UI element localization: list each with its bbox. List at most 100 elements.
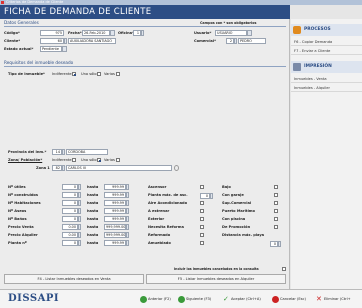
range-from-input[interactable]: 0 — [62, 184, 78, 190]
tipo-uno-checkbox[interactable] — [97, 72, 101, 76]
tipo-varios-checkbox[interactable] — [116, 72, 120, 76]
cliente-name-input[interactable]: AUXILIADORA SANTIAGO — [68, 38, 116, 44]
feature-checkbox[interactable] — [274, 185, 278, 189]
usuario-dropdown-icon[interactable] — [247, 30, 252, 36]
range-label: Nº Aseos — [8, 209, 27, 213]
feature-checkbox[interactable] — [274, 201, 278, 205]
feature-checkbox[interactable] — [200, 233, 204, 237]
range-from-input[interactable]: 0 — [62, 192, 78, 198]
range-to-input[interactable]: 999.99 — [104, 200, 126, 206]
range-to-input[interactable]: 999.99 — [104, 192, 126, 198]
range-from-spin-icon[interactable] — [78, 192, 81, 198]
feature-checkbox[interactable] — [274, 217, 278, 221]
codigo-input[interactable]: 975 — [40, 30, 64, 36]
calendar-dropdown-icon[interactable] — [110, 30, 115, 36]
feature-label: Distancia máx. playa — [222, 233, 265, 237]
estado-select[interactable]: Pendiente — [40, 46, 62, 52]
distancia-spin-icon[interactable] — [278, 241, 281, 247]
anterior-label: Anterior (F2) — [148, 297, 171, 301]
provincia-spin-icon[interactable] — [62, 149, 65, 155]
provincia-name-input[interactable]: CORDOBA — [66, 149, 108, 155]
range-to-spin-icon[interactable] — [126, 240, 129, 246]
provincia-code-input[interactable]: 14 — [52, 149, 62, 155]
enviar-cliente-item[interactable]: F7 - Enviar a Cliente — [291, 47, 362, 55]
feature-checkbox[interactable] — [200, 209, 204, 213]
range-to-input[interactable]: 999.99 — [104, 208, 126, 214]
range-from-input[interactable]: 0.00 — [62, 224, 78, 230]
feature-checkbox[interactable] — [200, 241, 204, 245]
tipo-indiferente-checkbox[interactable] — [72, 72, 76, 76]
cancelar-button[interactable]: Cancelar (Esc) — [272, 295, 306, 304]
range-label: Planta nº — [8, 241, 27, 245]
comercial-spin-icon[interactable] — [234, 38, 237, 44]
zona1-name-input[interactable]: CARLOS III — [66, 165, 172, 171]
f4-listar-venta-button[interactable]: F4 - Listar Inmuebles deseados en Venta — [4, 274, 144, 284]
range-to-spin-icon[interactable] — [126, 216, 129, 222]
range-from-spin-icon[interactable] — [78, 232, 81, 238]
range-from-input[interactable]: 0.00 — [62, 232, 78, 238]
range-from-input[interactable]: 0 — [62, 200, 78, 206]
zona-poblacion-label[interactable]: Zona/ Población* — [8, 158, 42, 162]
range-to-spin-icon[interactable] — [126, 224, 129, 230]
range-from-spin-icon[interactable] — [78, 224, 81, 230]
planta-max-spin-icon[interactable] — [210, 193, 213, 199]
fecha-input[interactable]: 26-Feb-2010 — [82, 30, 110, 36]
feature-checkbox[interactable] — [200, 201, 204, 205]
feature-checkbox[interactable] — [274, 225, 278, 229]
feature-label: Aire Acondicionado — [148, 201, 188, 205]
range-from-input[interactable]: 0 — [62, 216, 78, 222]
anterior-button[interactable]: Anterior (F2) — [140, 295, 171, 304]
cancel-icon — [272, 296, 279, 303]
zona1-spin-icon[interactable] — [62, 165, 65, 171]
f5-listar-alquiler-button[interactable]: F5 - Listar Inmuebles deseados en Alquil… — [146, 274, 286, 284]
range-to-input[interactable]: 999.99 — [104, 240, 126, 246]
aceptar-label: Aceptar (Ctrl+A) — [231, 297, 261, 301]
range-from-spin-icon[interactable] — [78, 208, 81, 214]
feature-checkbox[interactable] — [200, 217, 204, 221]
feature-checkbox[interactable] — [274, 209, 278, 213]
feature-checkbox[interactable] — [200, 185, 204, 189]
range-to-spin-icon[interactable] — [126, 192, 129, 198]
range-to-input[interactable]: 999.99 — [104, 216, 126, 222]
range-from-input[interactable]: 0 — [62, 208, 78, 214]
zona1-search-icon[interactable] — [174, 165, 179, 171]
print-alquiler-item[interactable]: Inmuebles - Alquiler — [291, 84, 362, 92]
aceptar-button[interactable]: ✓ Aceptar (Ctrl+A) — [223, 295, 261, 304]
codigo-label: Código* — [4, 31, 20, 35]
siguiente-button[interactable]: Siguiente (F3) — [178, 295, 211, 304]
zona1-code-input[interactable]: 82 — [52, 165, 62, 171]
zona-uno-checkbox[interactable] — [97, 158, 101, 162]
copiar-demanda-item[interactable]: F6 - Copiar Demanda — [291, 38, 362, 46]
distancia-playa-input[interactable]: 0 — [270, 241, 278, 247]
range-to-input[interactable]: 999,999.00 — [104, 232, 126, 238]
feature-label: Exterior — [148, 217, 165, 221]
oficina-spin-icon[interactable] — [141, 30, 144, 36]
range-label: Nº útiles — [8, 185, 26, 189]
range-to-spin-icon[interactable] — [126, 232, 129, 238]
oficina-input[interactable]: 1 — [133, 30, 141, 36]
range-to-spin-icon[interactable] — [126, 200, 129, 206]
range-from-spin-icon[interactable] — [78, 200, 81, 206]
print-venta-item[interactable]: Inmuebles - Venta — [291, 75, 362, 83]
include-cancelled-checkbox[interactable] — [282, 267, 286, 271]
estado-dropdown-icon[interactable] — [62, 46, 67, 52]
feature-checkbox[interactable] — [274, 193, 278, 197]
range-to-input[interactable]: 999.99 — [104, 184, 126, 190]
range-from-input[interactable]: 0 — [62, 240, 78, 246]
cliente-spin-icon[interactable] — [64, 38, 67, 44]
range-from-spin-icon[interactable] — [78, 184, 81, 190]
range-to-input[interactable]: 999,999.00 — [104, 224, 126, 230]
range-to-spin-icon[interactable] — [126, 208, 129, 214]
zona-indiferente-checkbox[interactable] — [72, 158, 76, 162]
zona-varios-checkbox[interactable] — [116, 158, 120, 162]
range-from-spin-icon[interactable] — [78, 240, 81, 246]
comercial-name-input[interactable]: PEDRO — [238, 38, 266, 44]
feature-checkbox[interactable] — [200, 225, 204, 229]
range-from-spin-icon[interactable] — [78, 216, 81, 222]
comercial-code-input[interactable]: 2 — [226, 38, 234, 44]
eliminar-button[interactable]: ✕ Eliminar (Ctrl+ — [316, 295, 351, 304]
usuario-input[interactable]: USUARIO — [215, 30, 247, 36]
cliente-code-input[interactable]: 60 — [40, 38, 64, 44]
planta-max-input[interactable]: 0 — [200, 193, 210, 199]
range-to-spin-icon[interactable] — [126, 184, 129, 190]
